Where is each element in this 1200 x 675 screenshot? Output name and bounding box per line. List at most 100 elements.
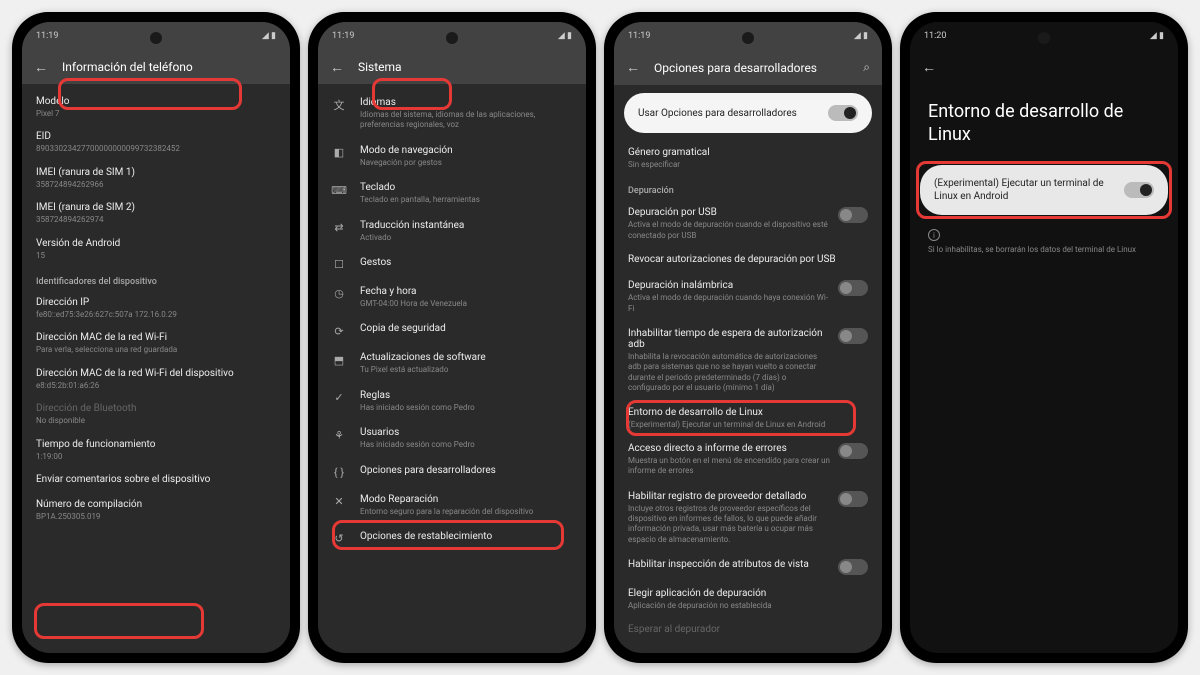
list-item[interactable]: ☐Gestos	[332, 250, 572, 279]
status-time: 11:19	[628, 31, 650, 41]
list-item[interactable]: Habilitar inspección de atributos de vis…	[628, 552, 868, 582]
users-icon: ⚘	[332, 428, 346, 442]
toggle-switch[interactable]	[838, 280, 868, 296]
list-item-linux-env[interactable]: Entorno de desarrollo de Linux(Experimen…	[628, 401, 868, 436]
info-text: Si lo inhabilitas, se borrarán los datos…	[910, 245, 1178, 254]
list-item: Esperar al depurador	[628, 618, 868, 643]
screen-2: 11:19 ◢ ▮ ← Sistema 文IdiomasIdiomas del …	[318, 22, 586, 653]
toggle-switch[interactable]	[838, 443, 868, 459]
list-item[interactable]: Enviar comentarios sobre el dispositivo	[36, 468, 276, 493]
header: ← Información del teléfono	[22, 50, 290, 84]
status-bar: 11:20 ◢ ▮	[910, 22, 1178, 50]
phone-frame-4: 11:20 ◢ ▮ ← Entorno de desarrollo de Lin…	[900, 12, 1188, 663]
clock-icon: ◷	[332, 287, 346, 301]
page-title: Entorno de desarrollo de Linux	[910, 84, 1178, 157]
list-item[interactable]: Habilitar registro de proveedor detallad…	[628, 484, 868, 553]
content[interactable]: ModeloPixel 7 EID89033023427700000000099…	[22, 84, 290, 534]
screen-4: 11:20 ◢ ▮ ← Entorno de desarrollo de Lin…	[910, 22, 1178, 653]
back-icon[interactable]: ←	[626, 61, 640, 75]
page-title: Sistema	[358, 60, 402, 74]
list-item[interactable]: IMEI (ranura de SIM 2)358724894262974	[36, 196, 276, 231]
master-toggle-label: Usar Opciones para desarrolladores	[638, 108, 797, 119]
list-item[interactable]: Inhabilitar tiempo de espera de autoriza…	[628, 321, 868, 401]
back-icon[interactable]: ←	[922, 60, 936, 74]
list-item[interactable]: ◷Fecha y horaGMT-04:00 Hora de Venezuela	[332, 279, 572, 316]
braces-icon: { }	[332, 466, 346, 480]
status-icons: ◢ ▮	[1150, 31, 1164, 41]
status-time: 11:20	[924, 31, 946, 41]
page-title: Información del teléfono	[62, 60, 193, 74]
list-item[interactable]: ⬒Actualizaciones de softwareTu Pixel est…	[332, 345, 572, 382]
list-item[interactable]: Depuración inalámbricaActiva el modo de …	[628, 273, 868, 321]
backup-icon: ⟳	[332, 324, 346, 338]
list-item[interactable]: ◧Modo de navegaciónNavegación por gestos	[332, 138, 572, 175]
linux-toggle-card[interactable]: (Experimental) Ejecutar un terminal de L…	[920, 165, 1168, 215]
status-icons: ◢ ▮	[558, 31, 572, 41]
list-item[interactable]: IMEI (ranura de SIM 1)358724894262966	[36, 161, 276, 196]
back-icon[interactable]: ←	[34, 60, 48, 74]
list-item[interactable]: ModeloPixel 7	[36, 90, 276, 125]
list-item[interactable]: ⇄Traducción instantáneaActivado	[332, 213, 572, 250]
rules-icon: ✓	[332, 391, 346, 405]
list-item[interactable]: Versión de Android15	[36, 232, 276, 267]
list-item[interactable]: Tiempo de funcionamiento1:19:00	[36, 433, 276, 468]
back-icon[interactable]: ←	[330, 60, 344, 74]
list-item[interactable]: Dirección IPfe80::ed75:3e26:627c:507a 17…	[36, 291, 276, 326]
list-item[interactable]: EID89033023427700000000099732382452	[36, 125, 276, 160]
list-item[interactable]: ✓ReglasHas iniciado sesión como Pedro	[332, 383, 572, 420]
status-bar: 11:19 ◢ ▮	[22, 22, 290, 50]
list-item[interactable]: Dirección MAC de la red Wi-Fi del dispos…	[36, 362, 276, 397]
status-time: 11:19	[36, 31, 58, 41]
content[interactable]: 文IdiomasIdiomas del sistema, idiomas de …	[318, 84, 586, 559]
status-bar: 11:19 ◢ ▮	[614, 22, 882, 50]
section-header: Identificadores del dispositivo	[36, 277, 276, 287]
header: ←	[910, 50, 1178, 84]
update-icon: ⬒	[332, 353, 346, 367]
list-item[interactable]: Dirección MAC de la red Wi-FiPara verla,…	[36, 326, 276, 361]
toggle-switch[interactable]	[1124, 182, 1154, 198]
header: ← Sistema	[318, 50, 586, 84]
content[interactable]: Género gramaticalSin especificar Depurac…	[614, 141, 882, 649]
list-item[interactable]: Elegir aplicación de depuraciónAplicació…	[628, 582, 868, 617]
phone-frame-1: 11:19 ◢ ▮ ← Información del teléfono Mod…	[12, 12, 300, 663]
page-title: Opciones para desarrolladores	[654, 61, 817, 75]
toggle-switch[interactable]	[828, 105, 858, 121]
list-item[interactable]: ⚘UsuariosHas iniciado sesión como Pedro	[332, 420, 572, 457]
toggle-switch[interactable]	[838, 559, 868, 575]
reset-icon: ↺	[332, 532, 346, 546]
translate-icon: ⇄	[332, 221, 346, 235]
language-icon: 文	[332, 98, 346, 112]
list-item[interactable]: ✕Modo ReparaciónEntorno seguro para la r…	[332, 487, 572, 524]
toggle-switch[interactable]	[838, 491, 868, 507]
list-item[interactable]: Número de compilaciónBP1A.250305.019	[36, 493, 276, 528]
list-item[interactable]: Revocar autorizaciones de depuración por…	[628, 248, 868, 273]
status-bar: 11:19 ◢ ▮	[318, 22, 586, 50]
section-header: Depuración	[628, 186, 868, 196]
search-icon[interactable]: ⌕	[863, 60, 870, 75]
list-item[interactable]: ⌨TecladoTeclado en pantalla, herramienta…	[332, 175, 572, 212]
list-item[interactable]: ⟳Copia de seguridad	[332, 316, 572, 345]
list-item[interactable]: Género gramaticalSin especificar	[628, 141, 868, 176]
list-item: Dirección de BluetoothNo disponible	[36, 397, 276, 432]
gestures-icon: ☐	[332, 258, 346, 272]
info-icon: i	[928, 229, 940, 241]
list-item-developer-options[interactable]: { }Opciones para desarrolladores	[332, 458, 572, 487]
status-time: 11:19	[332, 31, 354, 41]
repair-icon: ✕	[332, 495, 346, 509]
toggle-switch[interactable]	[838, 328, 868, 344]
navigation-icon: ◧	[332, 146, 346, 160]
keyboard-icon: ⌨	[332, 183, 346, 197]
header: ← Opciones para desarrolladores ⌕	[614, 50, 882, 85]
list-item[interactable]: Depuración por USBActiva el modo de depu…	[628, 200, 868, 248]
toggle-label: (Experimental) Ejecutar un terminal de L…	[934, 177, 1124, 203]
master-toggle-card[interactable]: Usar Opciones para desarrolladores	[624, 93, 872, 133]
phone-frame-3: 11:19 ◢ ▮ ← Opciones para desarrolladore…	[604, 12, 892, 663]
status-icons: ◢ ▮	[854, 31, 868, 41]
highlight-box	[34, 603, 204, 639]
list-item[interactable]: 文IdiomasIdiomas del sistema, idiomas de …	[332, 90, 572, 138]
phone-frame-2: 11:19 ◢ ▮ ← Sistema 文IdiomasIdiomas del …	[308, 12, 596, 663]
toggle-switch[interactable]	[838, 207, 868, 223]
screen-3: 11:19 ◢ ▮ ← Opciones para desarrolladore…	[614, 22, 882, 653]
list-item[interactable]: ↺Opciones de restablecimiento	[332, 524, 572, 553]
list-item[interactable]: Acceso directo a informe de erroresMuest…	[628, 436, 868, 484]
